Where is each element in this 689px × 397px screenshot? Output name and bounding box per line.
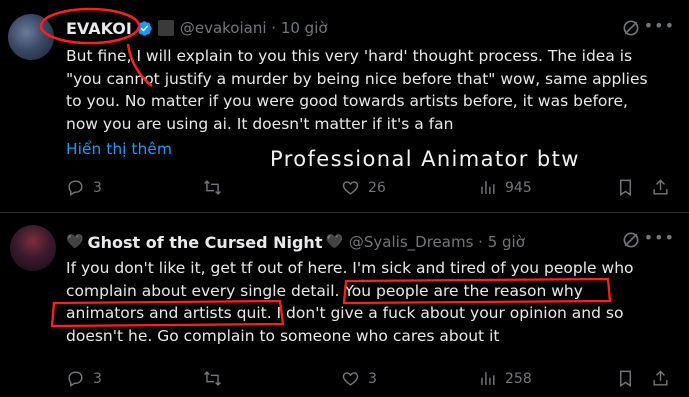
share-button[interactable] [651, 178, 678, 197]
avatar[interactable] [10, 225, 56, 271]
reply-count: 3 [93, 370, 102, 387]
like-icon [342, 181, 359, 195]
views-button[interactable]: 945 [478, 178, 532, 197]
heart-emoji: 🖤 [325, 234, 343, 250]
tweet-2[interactable]: 🖤 Ghost of the Cursed Night 🖤 @Syalis_Dr… [0, 213, 689, 397]
reply-button[interactable]: 3 [66, 369, 102, 388]
tweet-line: "you cannot justify a murder by being ni… [66, 69, 648, 88]
like-button[interactable]: 3 [341, 369, 377, 388]
tweet-text: But fine, I will explain to you this ver… [66, 45, 676, 135]
tweet-line: animators and artists quit. I don't give… [66, 304, 624, 323]
like-count: 26 [368, 179, 386, 196]
bookmark-icon [620, 370, 631, 387]
avatar[interactable] [8, 14, 54, 60]
handle[interactable]: @Syalis_Dreams · 5 giờ [349, 233, 525, 251]
heart-emoji: 🖤 [66, 234, 84, 250]
more-icon[interactable]: ••• [644, 228, 675, 247]
repost-button[interactable] [203, 369, 230, 388]
like-icon [342, 372, 359, 386]
tweet-line: doesn't he. Go complain to someone who c… [66, 326, 500, 345]
badge-icon [157, 20, 174, 36]
timestamp[interactable]: 10 giờ [281, 19, 328, 37]
display-name[interactable]: EVAKOI [66, 19, 132, 38]
overlay-caption: Professional Animator btw [270, 147, 580, 171]
tweet-1[interactable]: EVAKOI @evakoiani · 10 giờ ••• But fine,… [0, 0, 689, 213]
repost-icon [204, 180, 221, 195]
repost-icon [204, 371, 221, 386]
view-count: 945 [505, 179, 532, 196]
tweet-line: If you don't like it, get tf out of here… [66, 259, 634, 277]
like-button[interactable]: 26 [341, 178, 386, 197]
grok-icon[interactable] [621, 230, 641, 250]
share-icon [653, 370, 668, 386]
like-count: 3 [368, 370, 377, 387]
tweet-text: If you don't like it, get tf out of here… [66, 257, 676, 347]
tweet-header: 🖤 Ghost of the Cursed Night 🖤 @Syalis_Dr… [66, 230, 525, 254]
bookmark-icon [620, 179, 631, 196]
display-name[interactable]: Ghost of the Cursed Night [87, 233, 322, 252]
reply-icon [68, 180, 83, 196]
show-more-link[interactable]: Hiển thị thêm [66, 140, 172, 158]
handle[interactable]: @evakoiani · 10 giờ [180, 19, 328, 37]
verified-icon [137, 20, 152, 36]
views-button[interactable]: 258 [478, 369, 532, 388]
reply-button[interactable]: 3 [66, 178, 102, 197]
tweet-line: But fine, I will explain to you this ver… [66, 47, 633, 65]
grok-icon[interactable] [621, 18, 641, 38]
reply-icon [68, 371, 83, 387]
bookmark-button[interactable] [616, 369, 643, 388]
tweet-line: to you. No matter if you were good towar… [66, 92, 628, 111]
tweet-line: complain about every single detail. You … [66, 281, 583, 300]
share-icon [653, 179, 668, 195]
timestamp[interactable]: 5 giờ [488, 233, 525, 251]
repost-button[interactable] [203, 178, 230, 197]
tweet-header: EVAKOI @evakoiani · 10 giờ [66, 16, 328, 40]
views-icon [481, 181, 495, 194]
bookmark-button[interactable] [616, 178, 643, 197]
action-bar: 3 3 258 [0, 369, 689, 391]
share-button[interactable] [651, 369, 678, 388]
view-count: 258 [505, 370, 532, 387]
reply-count: 3 [93, 179, 102, 196]
tweet-line: now you are using ai. It doesn't matter … [66, 114, 454, 133]
views-icon [481, 372, 495, 385]
action-bar: 3 26 945 [0, 178, 689, 200]
more-icon[interactable]: ••• [644, 16, 675, 35]
